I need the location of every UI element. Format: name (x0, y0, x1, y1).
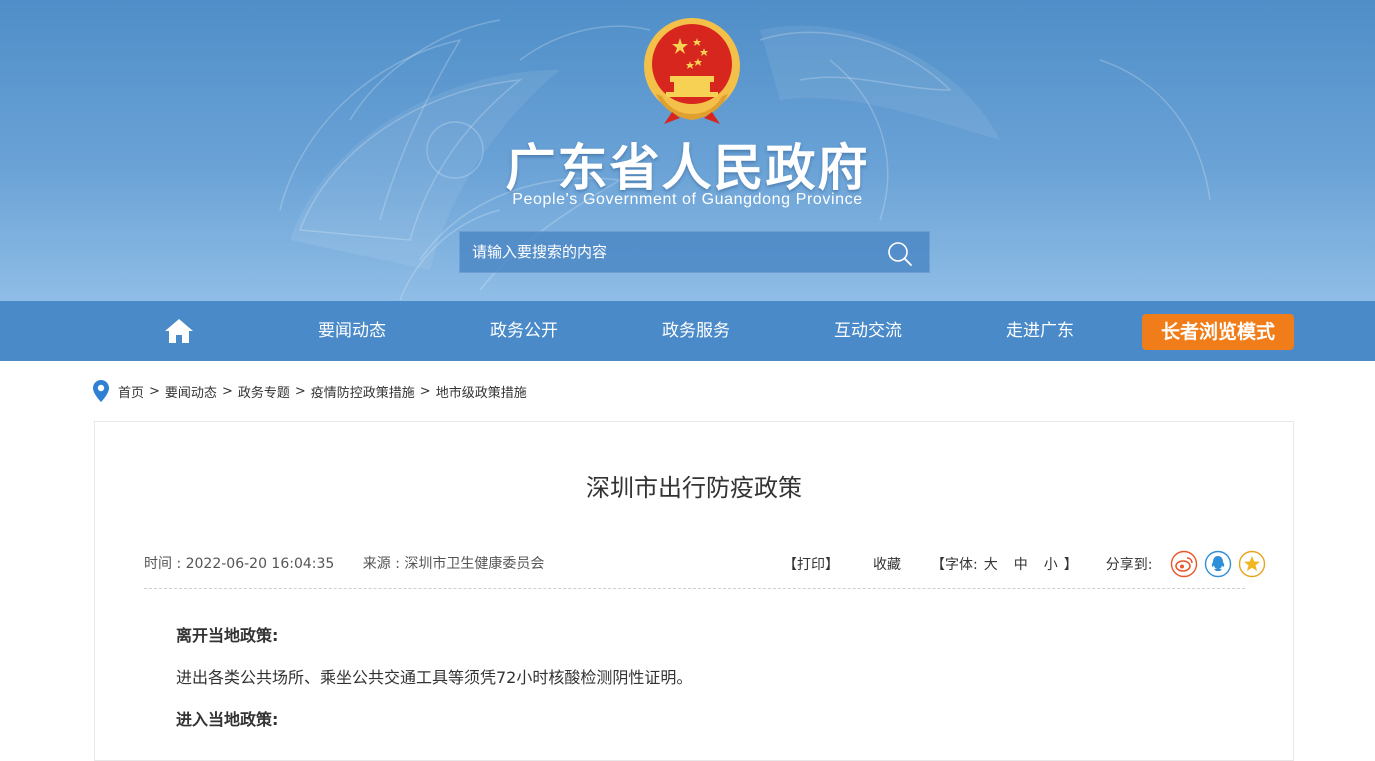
meta-divider (144, 588, 1245, 589)
article-title: 深圳市出行防疫政策 (586, 474, 802, 502)
article-source: 来源 : 深圳市卫生健康委员会 (362, 556, 545, 572)
national-emblem-icon (644, 18, 740, 124)
print-button[interactable]: 【打印】 (783, 554, 839, 574)
nav-item-about-guangdong[interactable]: 走进广东 (965, 301, 1115, 361)
location-pin-icon (93, 380, 109, 402)
nav-item-interaction[interactable]: 互动交流 (793, 301, 943, 361)
breadcrumb-separator: > (221, 383, 233, 399)
nav-item-news[interactable]: 要闻动态 (277, 301, 427, 361)
qq-share-icon[interactable] (1204, 550, 1232, 578)
font-medium-button[interactable]: 中 (1014, 554, 1028, 574)
search-box (459, 231, 930, 273)
site-title: 广东省人民政府 (505, 139, 870, 197)
favorite-button[interactable]: 收藏 (873, 554, 901, 574)
article-tools: 【打印】 收藏 【字体: 大 中 小 】 分享到: (783, 550, 1266, 578)
breadcrumb: 首页 > 要闻动态 > 政务专题 > 疫情防控政策措施 > 地市级政策措施 (93, 380, 527, 402)
breadcrumb-gov-topics[interactable]: 政务专题 (238, 382, 290, 401)
breadcrumb-separator: > (149, 383, 160, 399)
main-nav: 要闻动态 政务公开 政务服务 互动交流 走进广东 长者浏览模式 (0, 301, 1375, 361)
font-small-button[interactable]: 小 (1044, 554, 1058, 574)
home-icon[interactable] (164, 317, 194, 345)
nav-item-gov-affairs-open[interactable]: 政务公开 (449, 301, 599, 361)
breadcrumb-separator: > (294, 383, 306, 399)
weibo-share-icon[interactable] (1170, 550, 1198, 578)
breadcrumb-city-policies[interactable]: 地市级政策措施 (436, 382, 527, 401)
section-heading-entering: 进入当地政策: (176, 710, 279, 729)
paragraph-leaving-policy: 进出各类公共场所、乘坐公共交通工具等须凭72小时核酸检测阴性证明。 (176, 668, 693, 687)
qzone-share-icon[interactable] (1238, 550, 1266, 578)
nav-item-gov-services[interactable]: 政务服务 (621, 301, 771, 361)
search-icon[interactable] (886, 240, 914, 268)
search-input[interactable] (460, 232, 870, 272)
article-panel: 深圳市出行防疫政策 时间 : 2022-06-20 16:04:35 来源 : … (94, 421, 1294, 761)
breadcrumb-separator: > (419, 383, 431, 399)
article-body: 离开当地政策: 进出各类公共场所、乘坐公共交通工具等须凭72小时核酸检测阴性证明… (176, 622, 1216, 748)
breadcrumb-news[interactable]: 要闻动态 (165, 382, 217, 401)
breadcrumb-epidemic-policies[interactable]: 疫情防控政策措施 (311, 382, 415, 401)
font-size-label: 【字体: (931, 557, 978, 573)
font-large-button[interactable]: 大 (984, 554, 998, 574)
article-meta: 时间 : 2022-06-20 16:04:35 来源 : 深圳市卫生健康委员会 (144, 553, 568, 573)
site-subtitle: People's Government of Guangdong Provinc… (512, 191, 863, 208)
breadcrumb-home[interactable]: 首页 (118, 382, 144, 401)
publish-time: 时间 : 2022-06-20 16:04:35 (144, 556, 335, 572)
font-size-close: 】 (1063, 557, 1078, 573)
section-heading-leaving: 离开当地政策: (176, 626, 279, 645)
header-banner: 广东省人民政府 People's Government of Guangdong… (0, 0, 1375, 301)
share-label: 分享到: (1105, 557, 1153, 573)
elder-mode-button[interactable]: 长者浏览模式 (1142, 314, 1294, 350)
